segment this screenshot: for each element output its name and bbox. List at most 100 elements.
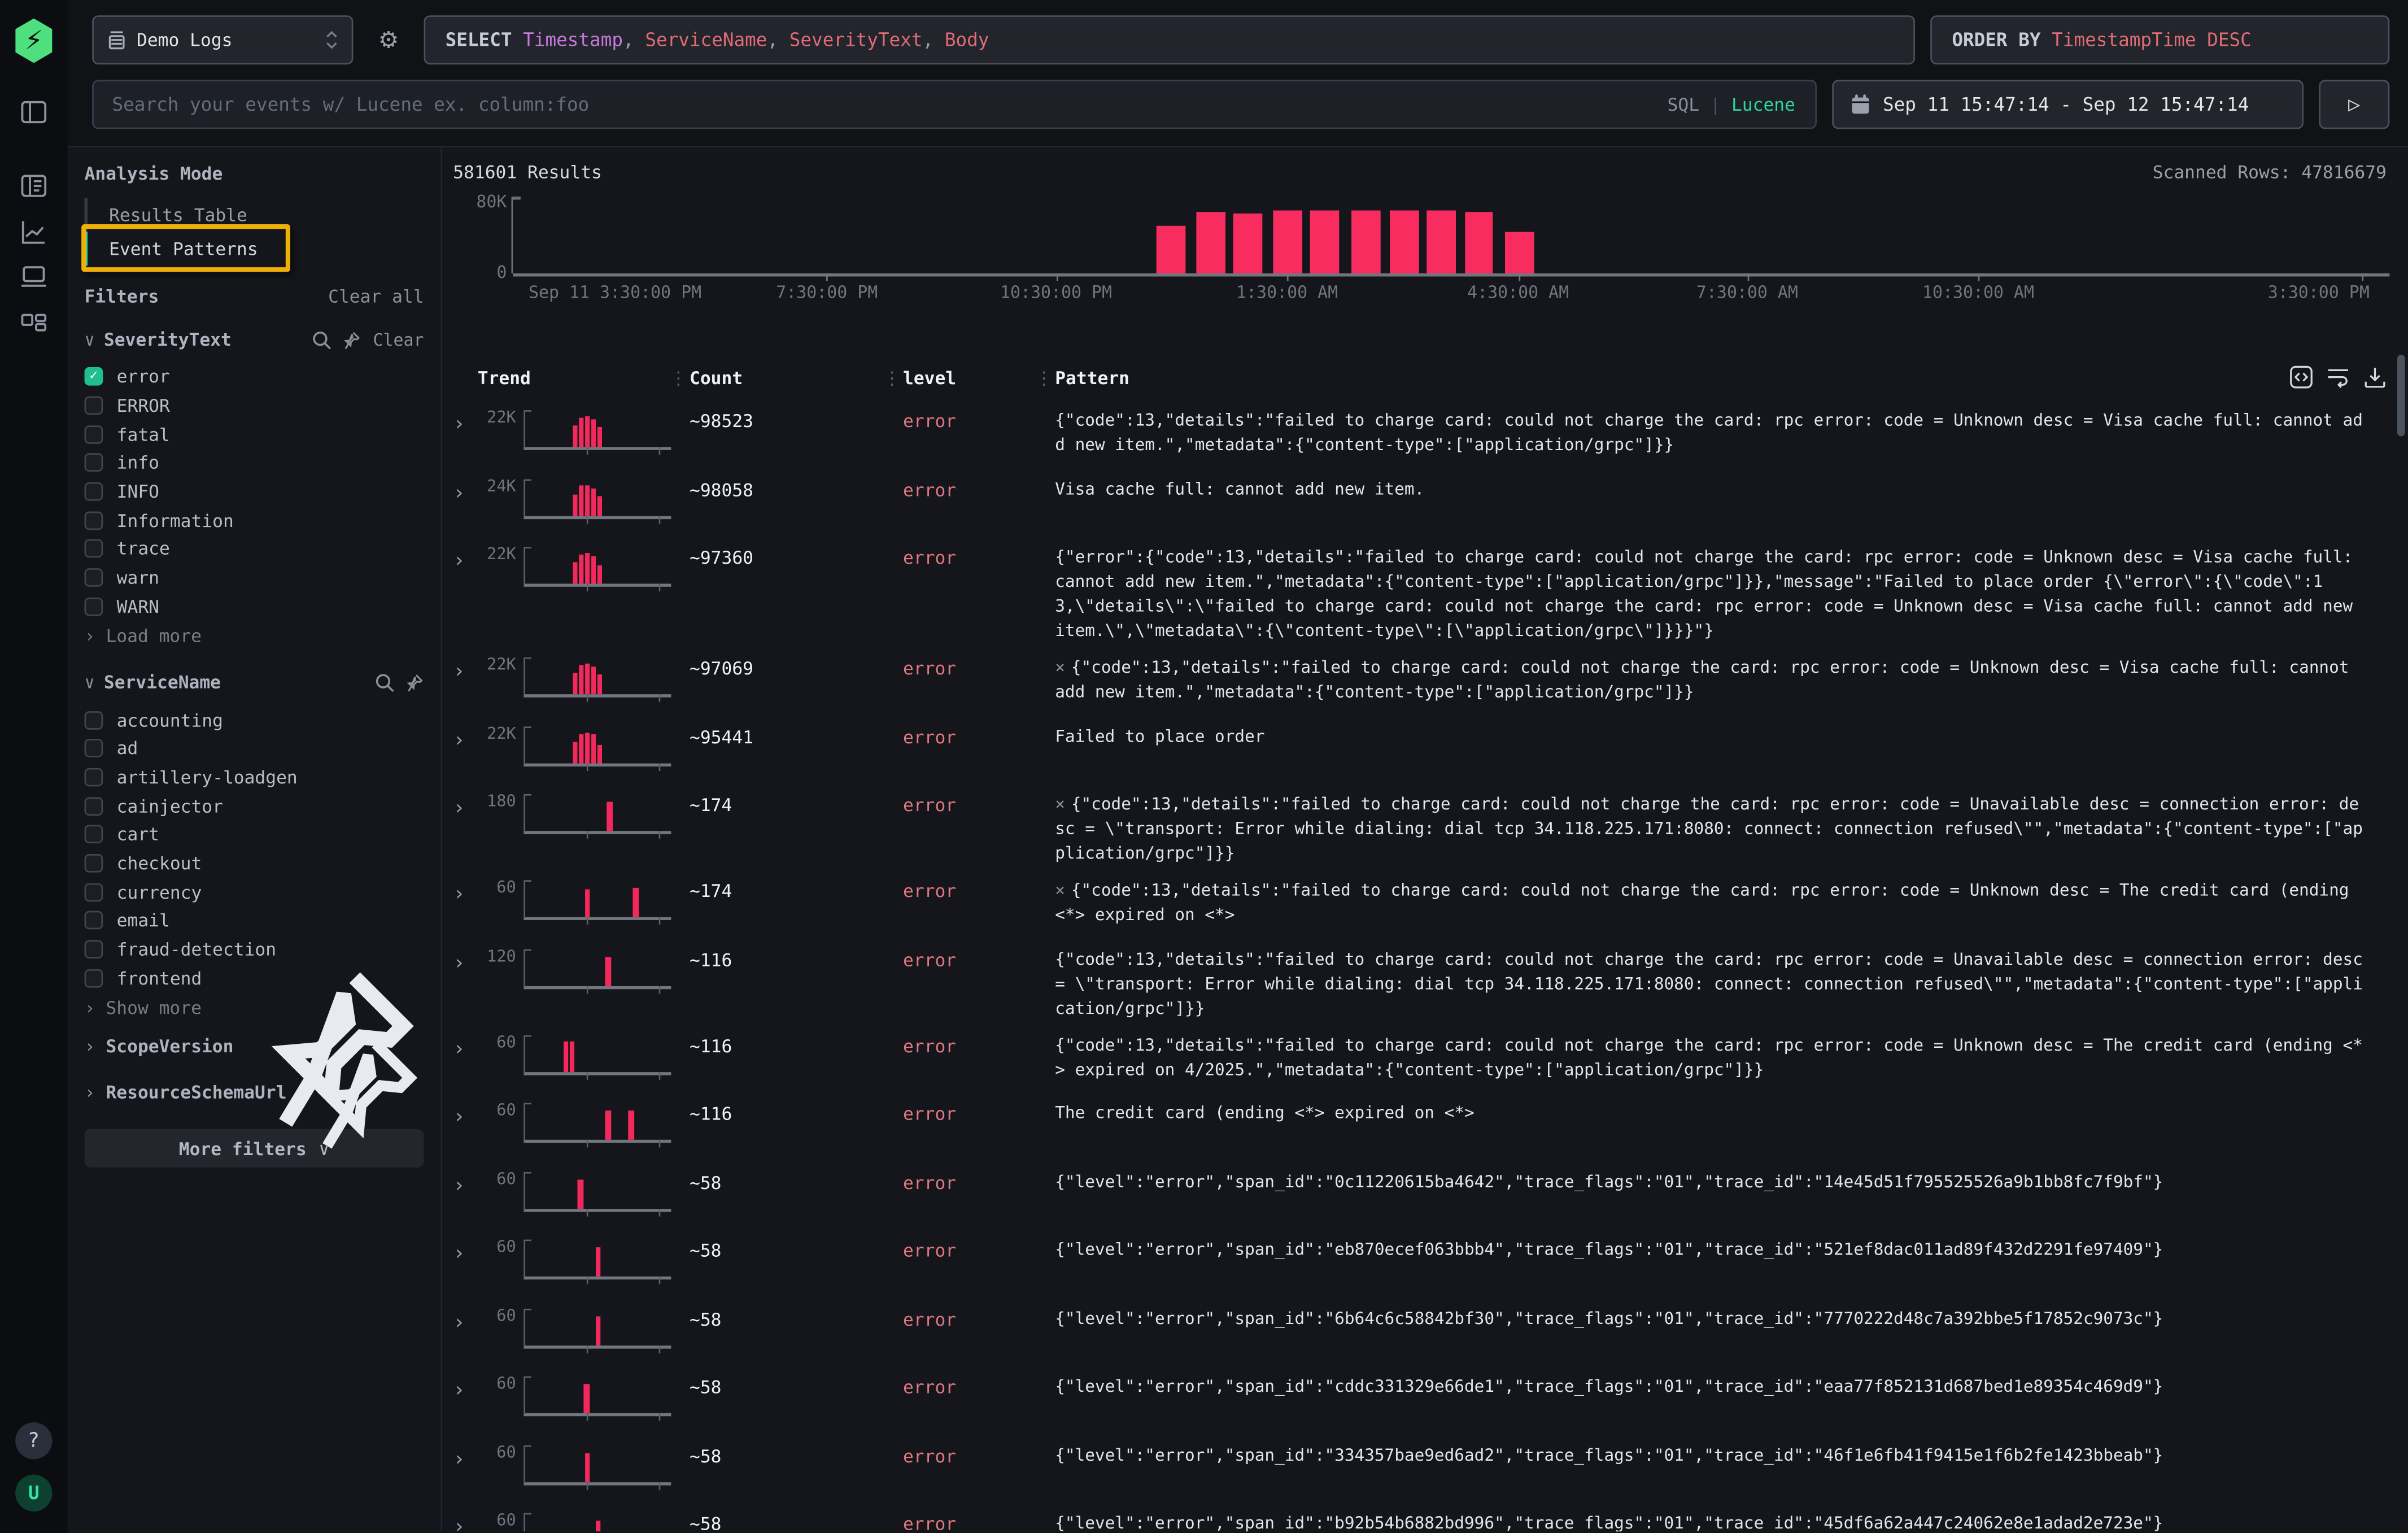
expand-chevron-icon[interactable]: › xyxy=(453,1244,478,1264)
order-by-input[interactable]: ORDER BY TimestampTime DESC xyxy=(1930,15,2389,64)
source-select[interactable]: Demo Logs xyxy=(92,15,353,64)
table-row[interactable]: ›22K~98523error{"code":13,"details":"fai… xyxy=(442,399,2408,468)
checkbox-unchecked[interactable]: ✓ xyxy=(85,883,103,901)
filter-option-error[interactable]: ✓error xyxy=(85,363,424,391)
filter-option-cainjector[interactable]: ✓cainjector xyxy=(85,791,424,820)
table-row[interactable]: ›60~58error{"level":"error","span_id":"6… xyxy=(442,1297,2408,1366)
checkbox-unchecked[interactable]: ✓ xyxy=(85,540,103,559)
pattern-text[interactable]: ×{"code":13,"details":"failed to charge … xyxy=(1055,656,2408,705)
expand-chevron-icon[interactable]: › xyxy=(453,1449,478,1469)
table-row[interactable]: ›22K~97360error{"error":{"code":13,"deta… xyxy=(442,536,2408,647)
dismiss-x-icon[interactable]: × xyxy=(1055,657,1065,677)
table-row[interactable]: ›60~116errorThe credit card (ending <*> … xyxy=(442,1092,2408,1160)
user-avatar[interactable]: U xyxy=(15,1475,52,1512)
histogram-bar[interactable] xyxy=(1233,213,1262,273)
expand-chevron-icon[interactable]: › xyxy=(453,1039,478,1059)
dismiss-x-icon[interactable]: × xyxy=(1055,880,1065,900)
table-row[interactable]: ›60~58error{"level":"error","span_id":"3… xyxy=(442,1434,2408,1502)
filter-option-info[interactable]: ✓info xyxy=(85,448,424,477)
pattern-text[interactable]: {"code":13,"details":"failed to charge c… xyxy=(1055,408,2408,458)
clear-all-button[interactable]: Clear all xyxy=(328,286,424,307)
code-view-icon[interactable] xyxy=(2290,365,2313,389)
checkbox-unchecked[interactable]: ✓ xyxy=(85,940,103,959)
filter-option-currency[interactable]: ✓currency xyxy=(85,878,424,907)
analysis-mode-item-event-patterns[interactable]: Event Patterns xyxy=(85,232,424,266)
checkbox-checked[interactable]: ✓ xyxy=(85,368,103,386)
histogram-bar[interactable] xyxy=(1464,212,1493,273)
pattern-text[interactable]: Visa cache full: cannot add new item. xyxy=(1055,477,2408,502)
filter-option-accounting[interactable]: ✓accounting xyxy=(85,705,424,734)
expand-chevron-icon[interactable]: › xyxy=(453,1108,478,1127)
expand-chevron-icon[interactable]: › xyxy=(453,662,478,682)
pin-icon[interactable] xyxy=(341,329,360,349)
severity-load-more[interactable]: › Load more xyxy=(85,622,424,650)
table-row[interactable]: ›60~58error{"level":"error","span_id":"e… xyxy=(442,1229,2408,1297)
filter-option-warn[interactable]: ✓warn xyxy=(85,564,424,593)
col-resize-handle[interactable]: ⋮ xyxy=(883,367,901,389)
pin-icon[interactable] xyxy=(404,672,424,692)
search-icon[interactable] xyxy=(312,329,331,349)
pattern-text[interactable]: {"level":"error","span_id":"eb870ecef063… xyxy=(1055,1238,2408,1263)
search-input[interactable] xyxy=(94,94,1668,115)
analysis-mode-item-results-table[interactable]: Results Table xyxy=(85,198,424,232)
expand-chevron-icon[interactable]: › xyxy=(453,885,478,904)
dismiss-x-icon[interactable]: × xyxy=(1055,794,1065,814)
sessions-icon[interactable] xyxy=(20,263,47,290)
expand-chevron-icon[interactable]: › xyxy=(453,1518,478,1531)
filter-option-warn[interactable]: ✓WARN xyxy=(85,592,424,621)
expand-chevron-icon[interactable]: › xyxy=(453,730,478,750)
pattern-text[interactable]: ×{"code":13,"details":"failed to charge … xyxy=(1055,792,2408,866)
filter-option-cart[interactable]: ✓cart xyxy=(85,820,424,849)
pin-icon[interactable] xyxy=(298,1029,424,1156)
histogram-bar[interactable] xyxy=(1352,210,1381,273)
checkbox-unchecked[interactable]: ✓ xyxy=(85,425,103,444)
sql-columns-input[interactable]: SELECT Timestamp, ServiceName, SeverityT… xyxy=(424,15,1916,64)
checkbox-unchecked[interactable]: ✓ xyxy=(85,969,103,987)
expand-chevron-icon[interactable]: › xyxy=(453,1176,478,1196)
checkbox-unchecked[interactable]: ✓ xyxy=(85,511,103,530)
col-header-count[interactable]: ⋮Count xyxy=(690,367,903,389)
expand-chevron-icon[interactable]: › xyxy=(453,799,478,818)
pattern-text[interactable]: {"level":"error","span_id":"cddc331329e6… xyxy=(1055,1375,2408,1400)
filter-option-fatal[interactable]: ✓fatal xyxy=(85,420,424,448)
col-header-level[interactable]: ⋮level xyxy=(903,367,1055,389)
search-bar[interactable]: SQL | Lucene xyxy=(92,80,1817,129)
search-logs-icon[interactable] xyxy=(20,172,47,200)
checkbox-unchecked[interactable]: ✓ xyxy=(85,825,103,844)
col-header-pattern[interactable]: ⋮Pattern xyxy=(1055,367,2408,389)
sidebar-toggle-icon[interactable] xyxy=(20,98,47,126)
table-row[interactable]: ›22K~97069error×{"code":13,"details":"fa… xyxy=(442,647,2408,715)
expand-chevron-icon[interactable]: › xyxy=(453,1381,478,1401)
filter-option-ad[interactable]: ✓ad xyxy=(85,734,424,763)
checkbox-unchecked[interactable]: ✓ xyxy=(85,854,103,873)
histogram-bar[interactable] xyxy=(1427,210,1456,273)
histogram-bar[interactable] xyxy=(1506,231,1534,273)
table-row[interactable]: ›60~58error{"level":"error","span_id":"b… xyxy=(442,1502,2408,1532)
checkbox-unchecked[interactable]: ✓ xyxy=(85,768,103,786)
results-histogram[interactable]: 80K 0 xyxy=(512,197,2390,273)
checkbox-unchecked[interactable]: ✓ xyxy=(85,597,103,616)
run-query-button[interactable]: ▷ xyxy=(2319,80,2389,129)
filter-option-email[interactable]: ✓email xyxy=(85,906,424,935)
filter-option-info[interactable]: ✓INFO xyxy=(85,477,424,506)
histogram-bar[interactable] xyxy=(1273,211,1302,273)
checkbox-unchecked[interactable]: ✓ xyxy=(85,569,103,587)
chart-explorer-icon[interactable] xyxy=(20,218,47,246)
table-row[interactable]: ›180~174error×{"code":13,"details":"fail… xyxy=(442,783,2408,869)
app-logo-icon[interactable]: ⚡ xyxy=(14,19,54,63)
col-resize-handle[interactable]: ⋮ xyxy=(670,367,687,389)
checkbox-unchecked[interactable]: ✓ xyxy=(85,796,103,815)
expand-chevron-icon[interactable]: › xyxy=(453,953,478,973)
dashboards-icon[interactable] xyxy=(20,309,47,337)
search-icon[interactable] xyxy=(375,672,395,692)
table-row[interactable]: ›60~58error{"level":"error","span_id":"c… xyxy=(442,1366,2408,1434)
pattern-text[interactable]: {"level":"error","span_id":"6b64c6c58842… xyxy=(1055,1306,2408,1331)
pattern-text[interactable]: {"code":13,"details":"failed to charge c… xyxy=(1055,1033,2408,1082)
checkbox-unchecked[interactable]: ✓ xyxy=(85,397,103,415)
filter-option-error[interactable]: ✓ERROR xyxy=(85,391,424,420)
expand-chevron-icon[interactable]: › xyxy=(453,1313,478,1332)
lucene-mode-toggle[interactable]: Lucene xyxy=(1731,94,1795,115)
severity-clear-button[interactable]: Clear xyxy=(373,329,424,349)
checkbox-unchecked[interactable]: ✓ xyxy=(85,739,103,758)
service-group-header[interactable]: ∨ ServiceName xyxy=(85,672,424,693)
